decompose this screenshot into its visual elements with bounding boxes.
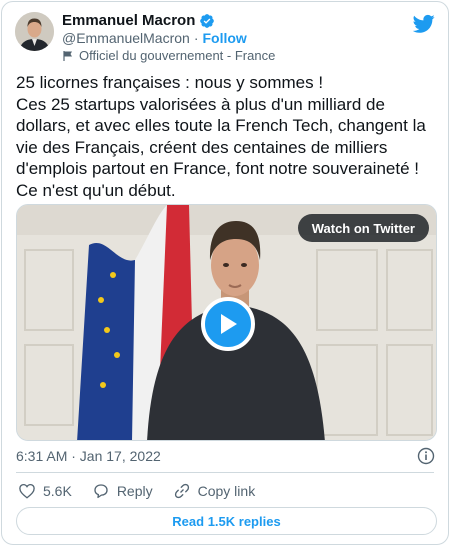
heart-icon xyxy=(19,483,35,499)
copy-link-label: Copy link xyxy=(197,483,256,499)
like-button[interactable]: 5.6K xyxy=(18,482,72,500)
tweet-card: Emmanuel Macron @EmmanuelMacron · Follow… xyxy=(1,1,449,545)
author-handle[interactable]: @EmmanuelMacron xyxy=(62,30,190,46)
avatar[interactable] xyxy=(15,12,54,51)
author-name[interactable]: Emmanuel Macron xyxy=(62,12,195,29)
video-player[interactable]: Watch on Twitter xyxy=(16,204,437,441)
verified-badge-icon xyxy=(199,13,215,29)
follow-button[interactable]: Follow xyxy=(202,30,246,46)
watch-on-twitter-button[interactable]: Watch on Twitter xyxy=(297,214,429,242)
reply-label: Reply xyxy=(116,483,153,499)
divider xyxy=(16,472,434,473)
read-replies-button[interactable]: Read 1.5K replies xyxy=(16,507,437,535)
info-icon[interactable] xyxy=(417,447,435,465)
government-flag-icon xyxy=(62,50,74,62)
play-button[interactable] xyxy=(201,297,255,351)
action-bar: 5.6K Reply Copy link xyxy=(18,482,255,500)
tweet-text: 25 licornes françaises : nous y sommes !… xyxy=(16,73,426,200)
tweet-timestamp[interactable]: 6:31 AM · Jan 17, 2022 xyxy=(16,448,161,464)
separator-dot: · xyxy=(193,30,199,46)
copy-link-button[interactable]: Copy link xyxy=(173,482,256,500)
reply-button[interactable]: Reply xyxy=(92,482,153,500)
link-icon xyxy=(174,483,189,499)
twitter-bird-icon[interactable] xyxy=(412,14,435,34)
like-count: 5.6K xyxy=(43,483,72,499)
play-icon xyxy=(221,314,237,334)
reply-bubble-icon xyxy=(94,484,108,499)
government-label: Officiel du gouvernement - France xyxy=(79,48,276,63)
